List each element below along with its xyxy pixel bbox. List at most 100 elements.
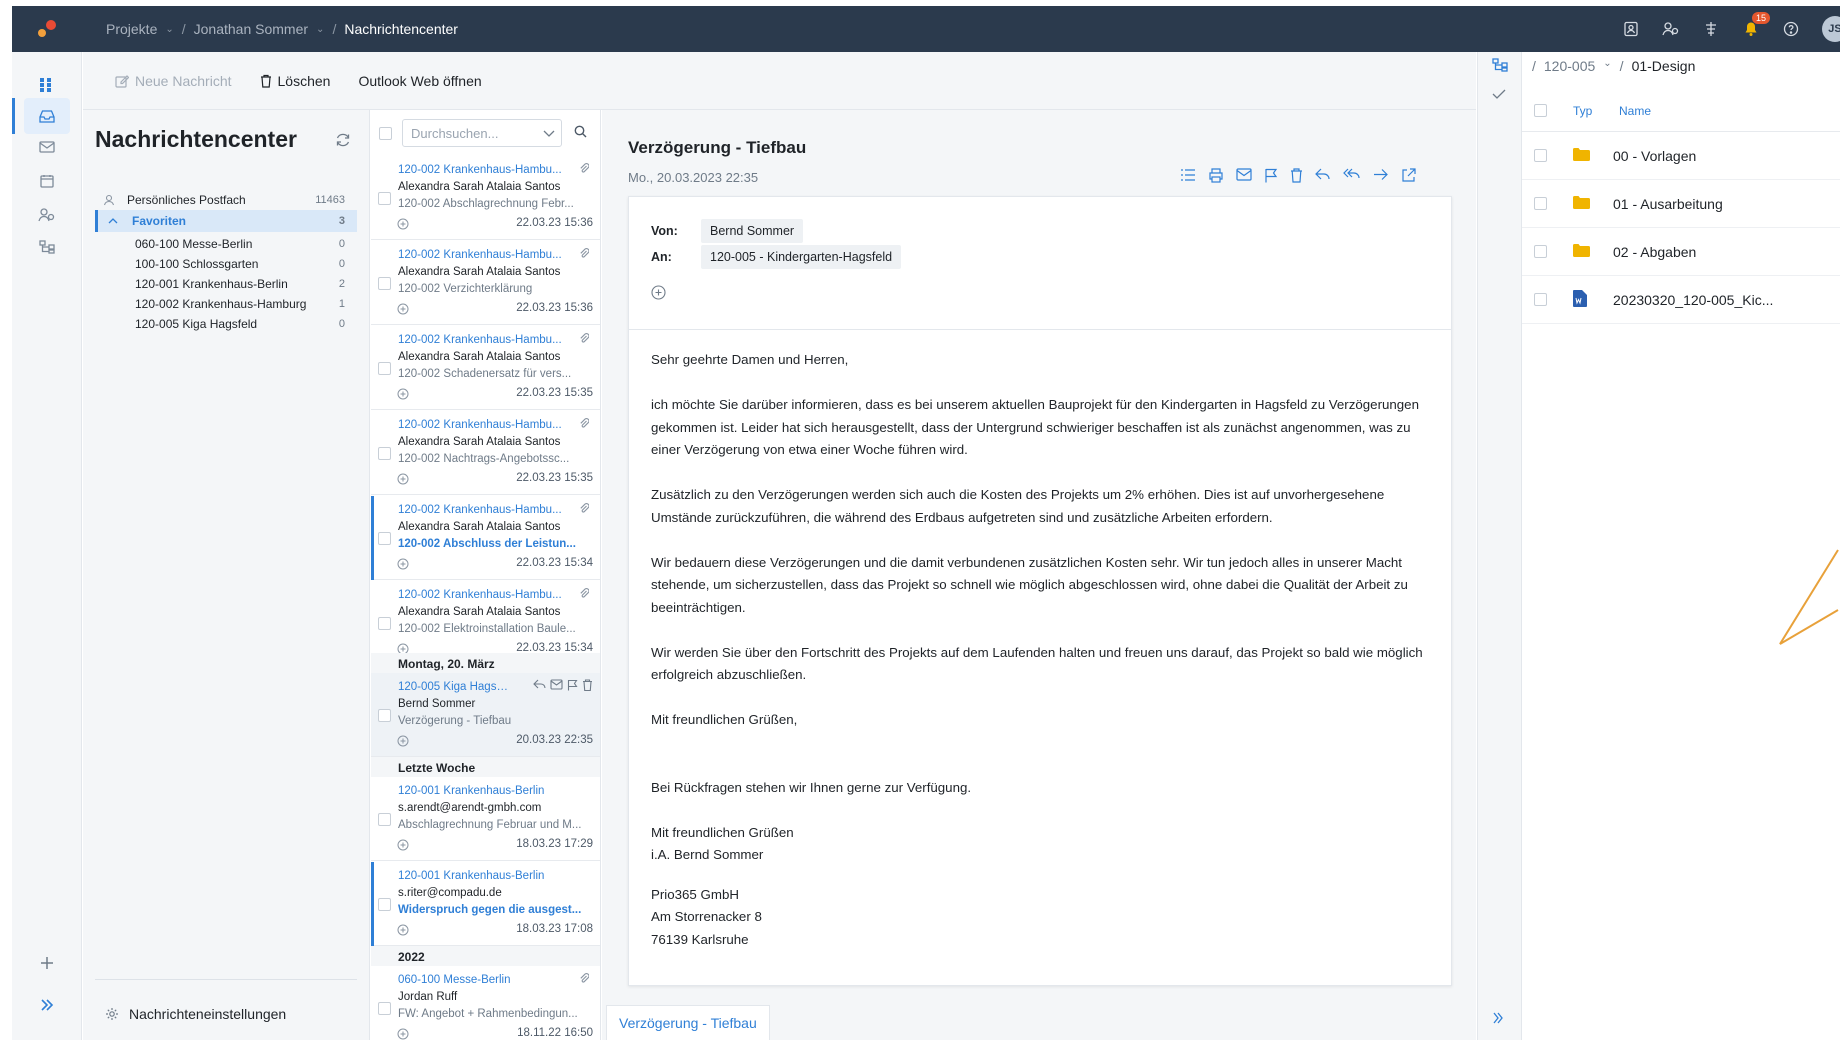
broadcast-icon[interactable] <box>1702 20 1720 38</box>
open-external-icon[interactable] <box>1401 168 1416 183</box>
inbox-icon[interactable] <box>12 98 70 134</box>
team-icon[interactable] <box>1662 20 1680 38</box>
folder-icon <box>1573 243 1591 260</box>
list-item[interactable]: 120-005 Kiga Hagsf... Bernd Sommer Verzö… <box>371 673 600 757</box>
table-row[interactable]: 01 - Ausarbeitung <box>1522 180 1840 228</box>
mail-icon[interactable] <box>550 679 563 690</box>
list-item[interactable]: 120-001 Krankenhaus-Berlin s.riter@compa… <box>371 862 600 946</box>
message-checkbox[interactable] <box>378 362 391 375</box>
folder-favorites[interactable]: Favoriten 3 <box>95 210 357 232</box>
column-name[interactable]: Name <box>1619 104 1651 118</box>
add-circle-icon[interactable] <box>397 558 409 573</box>
search-icon[interactable] <box>574 125 587 141</box>
table-row[interactable]: 02 - Abgaben <box>1522 228 1840 276</box>
reply-all-icon[interactable] <box>1343 168 1361 181</box>
message-checkbox[interactable] <box>378 898 391 911</box>
breadcrumb-user[interactable]: Jonathan Sommer <box>194 21 308 37</box>
column-type[interactable]: Typ <box>1573 104 1609 118</box>
breadcrumb-separator: / <box>332 21 337 37</box>
message-checkbox[interactable] <box>378 617 391 630</box>
mail-icon[interactable] <box>1236 168 1252 181</box>
add-circle-icon[interactable] <box>397 924 409 939</box>
folder-personal-mailbox[interactable]: Persönliches Postfach 11463 <box>95 189 357 211</box>
add-circle-icon[interactable] <box>397 218 409 233</box>
tab-message[interactable]: Verzögerung - Tiefbau <box>606 1005 770 1040</box>
list-item[interactable]: 060-100 Messe-Berlin Jordan Ruff FW: Ang… <box>371 966 600 1040</box>
folder-item[interactable]: 120-002 Krankenhaus-Hamburg 1 <box>95 293 357 315</box>
list-item[interactable]: 120-002 Krankenhaus-Hambu... Alexandra S… <box>371 241 600 325</box>
chevron-down-icon[interactable]: ⌄ <box>1603 58 1611 74</box>
row-checkbox[interactable] <box>1534 293 1547 306</box>
chevron-down-icon[interactable] <box>543 126 555 141</box>
print-icon[interactable] <box>1208 168 1224 183</box>
calendar-icon[interactable] <box>34 168 60 194</box>
delete-button[interactable]: Löschen <box>260 73 330 89</box>
folder-item[interactable]: 120-005 Kiga Hagsfeld 0 <box>95 313 357 335</box>
list-item[interactable]: 120-002 Krankenhaus-Hambu... Alexandra S… <box>371 326 600 410</box>
add-circle-icon[interactable] <box>397 473 409 488</box>
folder-item[interactable]: 060-100 Messe-Berlin 0 <box>95 233 357 255</box>
hierarchy-icon[interactable] <box>34 234 60 260</box>
list-item[interactable]: 120-002 Krankenhaus-Hambu... Alexandra S… <box>371 496 600 580</box>
flag-icon[interactable] <box>1264 168 1278 183</box>
row-checkbox[interactable] <box>1534 197 1547 210</box>
message-checkbox[interactable] <box>378 447 391 460</box>
new-message-button[interactable]: Neue Nachricht <box>115 73 232 89</box>
message-checkbox[interactable] <box>378 192 391 205</box>
breadcrumb-projects[interactable]: Projekte <box>106 21 157 37</box>
message-checkbox[interactable] <box>378 532 391 545</box>
select-all-checkbox[interactable] <box>1534 104 1547 117</box>
reply-icon[interactable] <box>1315 168 1331 181</box>
message-settings-button[interactable]: Nachrichteneinstellungen <box>105 1006 286 1022</box>
trash-icon[interactable] <box>582 679 593 691</box>
from-chip[interactable]: Bernd Sommer <box>701 219 804 243</box>
add-circle-icon[interactable] <box>397 303 409 318</box>
table-row[interactable]: 20230320_120-005_Kic... <box>1522 276 1840 324</box>
expand-icon[interactable] <box>34 992 60 1018</box>
message-project: 120-002 Krankenhaus-Hambu... <box>398 504 562 516</box>
add-icon[interactable] <box>34 950 60 976</box>
contacts-icon[interactable] <box>1622 20 1640 38</box>
message-checkbox[interactable] <box>378 709 391 722</box>
list-details-icon[interactable] <box>1180 168 1196 182</box>
add-circle-icon[interactable] <box>397 1028 409 1040</box>
folder-item[interactable]: 100-100 Schlossgarten 0 <box>95 253 357 275</box>
app-logo[interactable] <box>12 6 82 52</box>
apps-grid-icon[interactable] <box>34 72 60 98</box>
add-circle-icon[interactable] <box>397 839 409 854</box>
add-circle-icon[interactable] <box>397 388 409 403</box>
chevron-right-double-icon[interactable] <box>1492 1012 1504 1027</box>
folder-icon <box>1573 147 1591 164</box>
chevron-down-icon[interactable]: ⌄ <box>316 24 324 35</box>
table-row[interactable]: 00 - Vorlagen <box>1522 132 1840 180</box>
folder-item[interactable]: 120-001 Krankenhaus-Berlin 2 <box>95 273 357 295</box>
chevron-down-icon[interactable]: ⌄ <box>165 24 173 35</box>
outlook-web-button[interactable]: Outlook Web öffnen <box>358 73 481 89</box>
forward-icon[interactable] <box>1373 168 1389 181</box>
list-item[interactable]: 120-002 Krankenhaus-Hambu... Alexandra S… <box>371 411 600 495</box>
to-chip[interactable]: 120-005 - Kindergarten-Hagsfeld <box>701 245 902 269</box>
message-checkbox[interactable] <box>378 1002 391 1015</box>
list-item[interactable]: 120-001 Krankenhaus-Berlin s.arendt@aren… <box>371 777 600 861</box>
message-checkbox[interactable] <box>378 813 391 826</box>
flag-icon[interactable] <box>567 679 578 691</box>
users-icon[interactable] <box>34 202 60 228</box>
list-item[interactable]: 120-002 Krankenhaus-Hambu... Alexandra S… <box>371 156 600 240</box>
breadcrumb-project[interactable]: 120-005 <box>1544 58 1595 74</box>
avatar[interactable]: JS <box>1822 16 1840 42</box>
select-all-checkbox[interactable] <box>379 126 392 140</box>
mail-icon[interactable] <box>34 134 60 160</box>
trash-icon[interactable] <box>1290 168 1303 183</box>
hierarchy-icon[interactable] <box>1492 58 1508 75</box>
row-checkbox[interactable] <box>1534 149 1547 162</box>
row-checkbox[interactable] <box>1534 245 1547 258</box>
message-checkbox[interactable] <box>378 277 391 290</box>
refresh-icon[interactable] <box>335 132 351 151</box>
search-input[interactable]: Durchsuchen... <box>402 119 562 147</box>
help-icon[interactable] <box>1782 20 1800 38</box>
add-circle-icon[interactable] <box>397 735 409 750</box>
bell-icon[interactable]: 15 <box>1742 12 1770 38</box>
add-circle-icon[interactable] <box>651 285 666 303</box>
check-icon[interactable] <box>1492 88 1506 103</box>
reply-icon[interactable] <box>533 679 546 690</box>
